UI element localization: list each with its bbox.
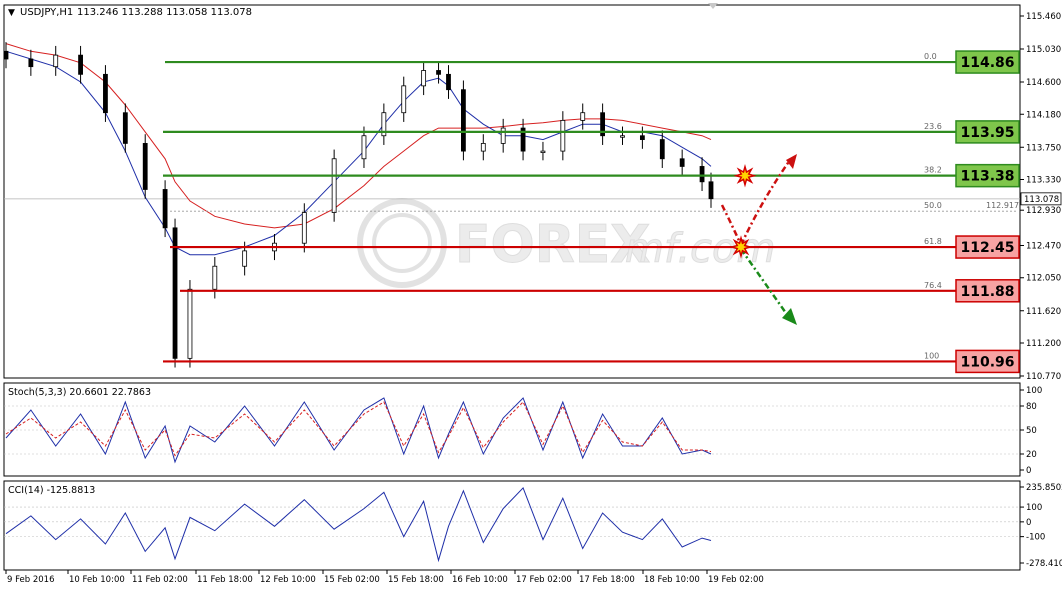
fib-pct-label: 100 (924, 351, 939, 360)
candle-body (540, 150, 546, 153)
cci-tick-label: 100 (1026, 503, 1042, 513)
fib-price-label: 112.45 (960, 240, 1014, 256)
chart-canvas: FOREX mf.com ▼ USDJPY,H1 113.246 113.288… (3, 3, 1062, 585)
candle-body (53, 54, 59, 68)
candle-body (620, 135, 625, 138)
stoch-tick-label: 100 (1026, 386, 1042, 396)
candle-body (679, 158, 685, 167)
price-tick-label: 111.200 (1026, 339, 1061, 349)
candle-body (500, 127, 506, 144)
support-burst-icon (729, 235, 753, 259)
price-tick-label: 112.930 (1026, 206, 1061, 216)
cci-tick-label: -278.4105 (1026, 559, 1062, 569)
dotted-level-label: 112.917 (986, 201, 1019, 210)
price-tick-label: 113.750 (1026, 143, 1061, 153)
chart-ohlc: 113.246 113.288 113.058 113.078 (77, 7, 252, 18)
time-tick-label: 11 Feb 02:00 (132, 575, 188, 585)
time-tick-label: 12 Feb 10:00 (260, 575, 316, 585)
candle-body (401, 85, 407, 114)
cci-tick-label: 235.8502 (1026, 483, 1062, 493)
candle-body (560, 119, 566, 152)
fib-pct-label: 38.2 (924, 166, 942, 175)
cci-pane[interactable] (3, 480, 1021, 571)
stoch-title: Stoch(5,3,3) 20.6601 22.7863 (8, 387, 151, 398)
time-tick-label: 17 Feb 18:00 (579, 575, 635, 585)
time-tick-label: 18 Feb 10:00 (644, 575, 700, 585)
cci-tick-label: -100 (1026, 533, 1045, 543)
time-tick-label: 9 Feb 2016 (7, 575, 55, 585)
candle-body (242, 250, 248, 267)
candle-body (480, 143, 486, 152)
price-tick-label: 114.180 (1026, 110, 1061, 120)
candle-body (28, 58, 34, 68)
time-tick-label: 10 Feb 10:00 (69, 575, 125, 585)
fib-pct-label: 23.6 (924, 122, 942, 131)
fib-pct-label: 50.0 (924, 201, 942, 210)
candle-body (580, 112, 586, 121)
price-tick-label: 114.600 (1026, 78, 1061, 88)
cci-title: CCI(14) -125.8813 (8, 485, 95, 496)
time-tick-label: 16 Feb 10:00 (452, 575, 508, 585)
chart-symbol: USDJPY,H1 (20, 7, 73, 18)
candle-body (639, 135, 645, 140)
candle-body (446, 73, 451, 91)
candle-body (361, 135, 367, 160)
stoch-tick-label: 20 (1026, 450, 1037, 460)
stoch-tick-label: 50 (1026, 426, 1037, 436)
fib-price-label: 111.88 (960, 284, 1014, 300)
candle-body (301, 212, 307, 244)
time-tick-label: 17 Feb 02:00 (516, 575, 572, 585)
watermark-brand: FOREX (455, 215, 650, 275)
price-tick-label: 115.030 (1026, 45, 1061, 55)
price-tick-label: 112.050 (1026, 274, 1061, 284)
time-tick-label: 15 Feb 18:00 (388, 575, 444, 585)
time-tick-label: 11 Feb 18:00 (197, 575, 253, 585)
price-tick-label: 111.620 (1026, 307, 1061, 317)
candle-body (142, 143, 148, 190)
price-tick-label: 112.470 (1026, 242, 1061, 252)
candle-body (659, 139, 665, 160)
time-tick-label: 19 Feb 02:00 (708, 575, 764, 585)
cci-tick-label: 0 (1026, 518, 1031, 528)
current-price-label: 113.078 (1024, 195, 1059, 205)
time-axis: 9 Feb 2016 10 Feb 10:00 11 Feb 02:00 11 Feb… (5, 570, 764, 585)
candle-body (331, 158, 337, 213)
candle-body (708, 181, 714, 200)
candle-body (162, 189, 168, 229)
candle-body (103, 73, 108, 114)
candle-body (78, 54, 83, 75)
price-tick-label: 115.460 (1026, 12, 1061, 22)
stoch-tick-label: 80 (1026, 402, 1037, 412)
candle-body (212, 265, 218, 290)
candle-body (461, 89, 466, 152)
fib-pct-label: 0.0 (924, 52, 937, 61)
fib-pct-label: 61.8 (924, 237, 942, 246)
candle-body (3, 50, 9, 60)
fib-price-label: 114.86 (960, 55, 1014, 71)
fib-price-label: 113.95 (960, 125, 1014, 141)
stochastic-pane[interactable] (3, 382, 1021, 477)
candle-body (421, 70, 427, 87)
time-tick-label: 15 Feb 02:00 (324, 575, 380, 585)
stoch-tick-label: 0 (1026, 466, 1031, 476)
candle-body (122, 112, 128, 144)
fib-price-label: 113.38 (960, 169, 1014, 185)
chart-menu-icon[interactable]: ▼ (8, 8, 15, 18)
price-tick-label: 113.330 (1026, 175, 1061, 185)
candle-body (436, 70, 441, 75)
main-price-pane[interactable] (3, 4, 1021, 379)
price-tick-label: 110.770 (1026, 372, 1061, 382)
trading-chart-window: FOREX mf.com ▼ USDJPY,H1 113.246 113.288… (0, 0, 1062, 591)
resistance-burst-icon (733, 163, 757, 188)
candle-body (187, 288, 193, 359)
fib-price-label: 110.96 (960, 354, 1014, 370)
candle-body (699, 166, 705, 183)
fib-pct-label: 76.4 (924, 281, 942, 290)
